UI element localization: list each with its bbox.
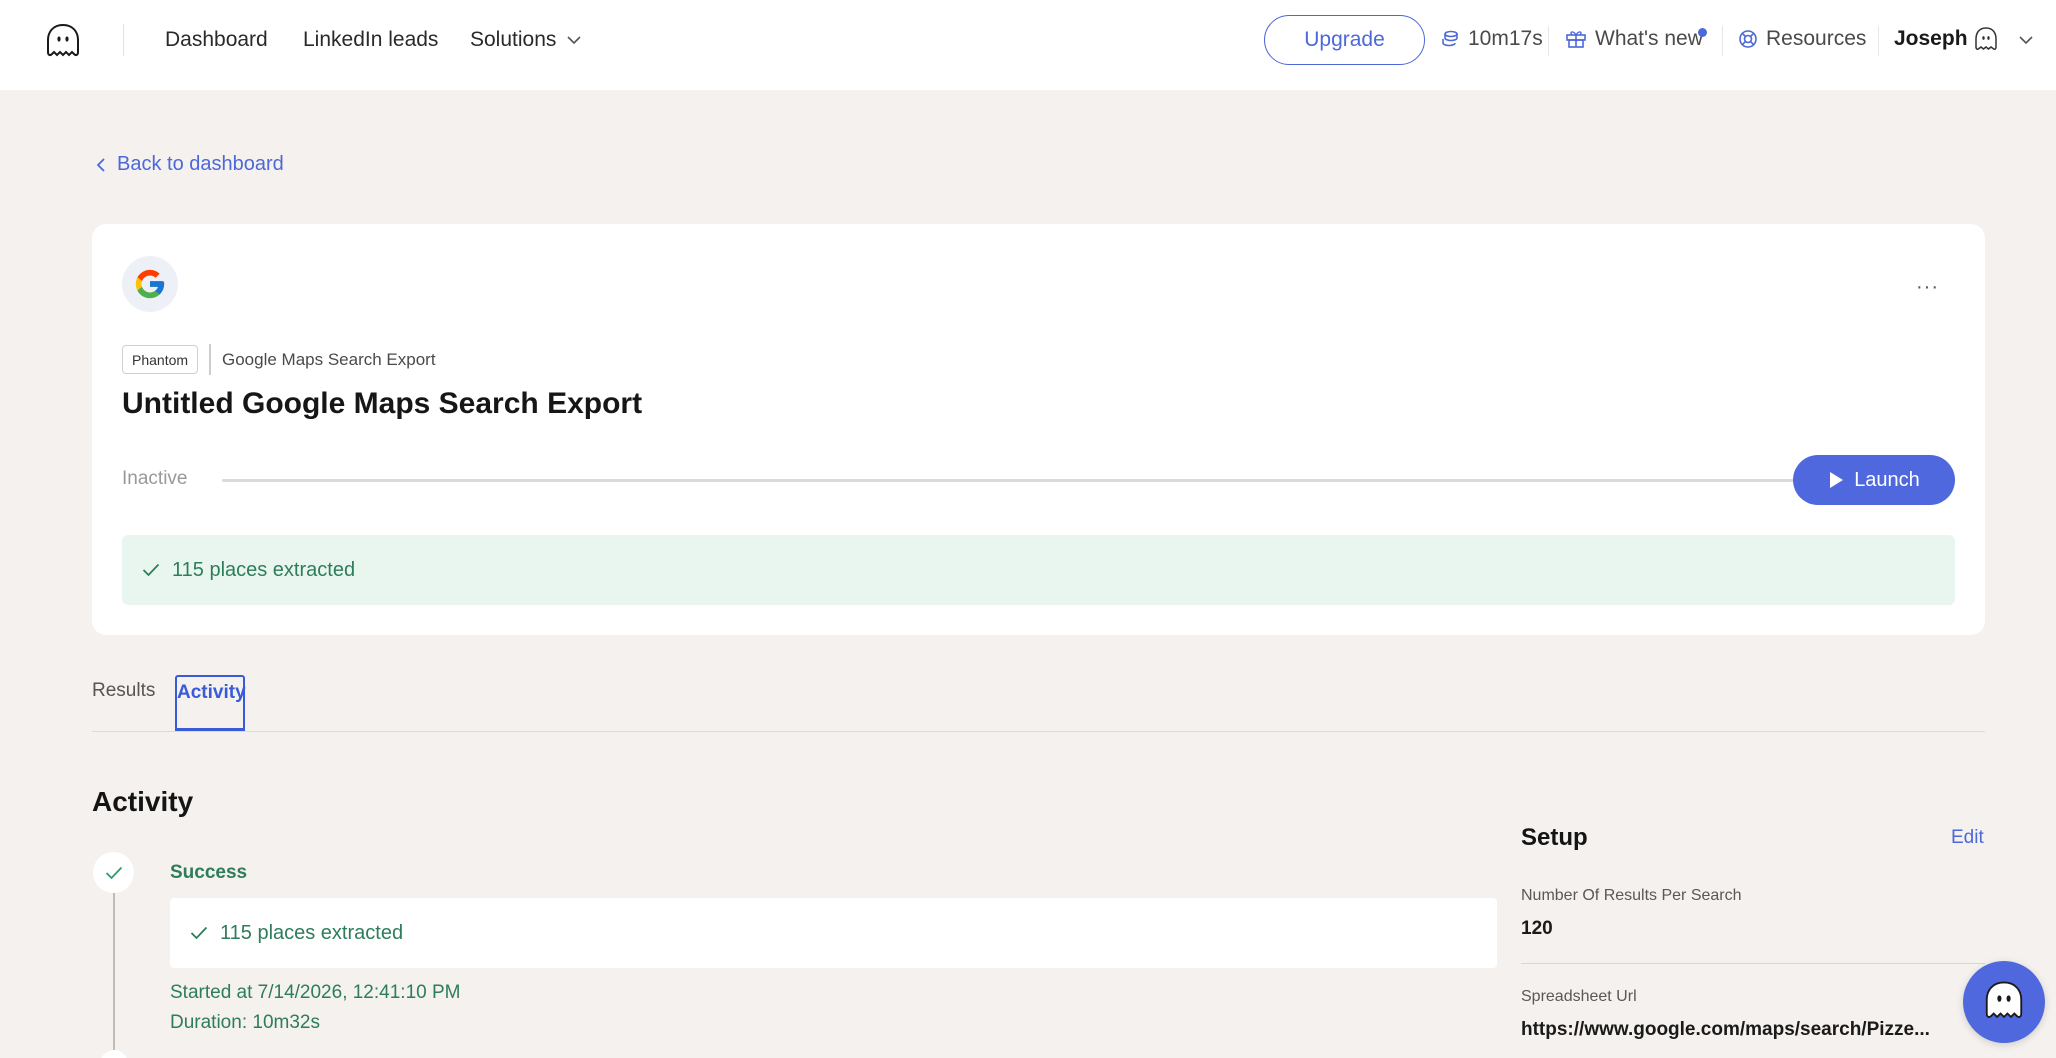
tab-results[interactable]: Results xyxy=(92,680,155,702)
timeline-node xyxy=(100,1050,128,1058)
check-icon xyxy=(190,926,208,940)
launch-button[interactable]: Launch xyxy=(1793,455,1955,505)
google-logo-icon xyxy=(122,256,178,312)
active-tab-indicator xyxy=(175,728,245,731)
play-icon xyxy=(1830,472,1844,488)
chevron-down-icon[interactable] xyxy=(566,34,582,46)
coins-icon xyxy=(1442,30,1458,47)
setup-field-label: Number Of Results Per Search xyxy=(1521,887,1742,904)
setup-divider xyxy=(1521,963,1985,964)
check-icon xyxy=(105,866,122,879)
activity-result-message: 115 places extracted xyxy=(220,921,404,944)
phantom-card: ··· Phantom Google Maps Search Export Un… xyxy=(92,224,1985,635)
setup-field-value: https://www.google.com/maps/search/Pizze… xyxy=(1521,1019,1930,1040)
upgrade-button[interactable]: Upgrade xyxy=(1264,15,1425,65)
support-chat-button[interactable] xyxy=(1963,961,2045,1043)
chevron-left-icon xyxy=(96,157,105,172)
whats-new-button[interactable]: What's new xyxy=(1565,27,1703,51)
page-title: Untitled Google Maps Search Export xyxy=(122,387,643,420)
user-avatar-icon[interactable] xyxy=(1973,26,1999,54)
back-link-label: Back to dashboard xyxy=(117,153,284,175)
check-icon xyxy=(142,563,160,577)
nav-separator xyxy=(1548,26,1549,56)
ghost-chat-icon xyxy=(1985,981,2023,1019)
nav-separator xyxy=(1878,26,1879,56)
resources-button[interactable]: Resources xyxy=(1738,27,1866,51)
result-message: 115 places extracted xyxy=(172,558,356,581)
progress-track xyxy=(222,479,1855,482)
tab-activity[interactable]: Activity xyxy=(175,675,246,731)
tabs-divider xyxy=(92,731,1985,732)
whats-new-label: What's new xyxy=(1595,27,1703,50)
breadcrumb-separator xyxy=(209,344,211,375)
lifebuoy-icon xyxy=(1739,30,1757,48)
ghost-logo-icon[interactable] xyxy=(44,22,82,62)
time-credits-indicator[interactable]: 10m17s xyxy=(1440,27,1543,51)
top-nav-bar: Dashboard LinkedIn leads Solutions Upgra… xyxy=(0,0,2056,90)
activity-status: Success xyxy=(170,862,248,883)
time-remaining-text: 10m17s xyxy=(1468,27,1543,50)
phantom-type: Google Maps Search Export xyxy=(222,350,436,369)
launch-label: Launch xyxy=(1854,468,1920,491)
activity-started-at: Started at 7/14/2026, 12:41:10 PM xyxy=(170,982,461,1003)
activity-section-title: Activity xyxy=(92,786,194,817)
chevron-down-icon[interactable] xyxy=(2018,34,2034,46)
activity-duration: Duration: 10m32s xyxy=(170,1012,320,1033)
nav-separator xyxy=(1722,26,1723,56)
resources-label: Resources xyxy=(1766,27,1867,50)
more-options-button[interactable]: ··· xyxy=(1916,276,1939,299)
nav-solutions-menu[interactable]: Solutions xyxy=(470,28,556,52)
back-to-dashboard-link[interactable]: Back to dashboard xyxy=(95,153,284,176)
phantom-tag: Phantom xyxy=(122,345,199,374)
activity-result-box: 115 places extracted xyxy=(170,898,1497,968)
setup-field-value: 120 xyxy=(1521,918,1553,939)
nav-dashboard-link[interactable]: Dashboard xyxy=(165,28,268,52)
result-banner: 115 places extracted xyxy=(122,535,1955,605)
notification-dot xyxy=(1698,28,1707,37)
timeline-success-node xyxy=(93,852,134,893)
timeline-line xyxy=(113,890,115,1058)
user-name[interactable]: Joseph xyxy=(1894,27,1968,51)
setup-title: Setup xyxy=(1521,824,1588,851)
status-label: Inactive xyxy=(122,468,188,489)
gift-icon xyxy=(1566,31,1586,48)
nav-divider xyxy=(123,24,124,56)
setup-field-label: Spreadsheet Url xyxy=(1521,988,1637,1005)
edit-setup-link[interactable]: Edit xyxy=(1951,827,1984,849)
nav-linkedin-leads-link[interactable]: LinkedIn leads xyxy=(303,28,438,52)
